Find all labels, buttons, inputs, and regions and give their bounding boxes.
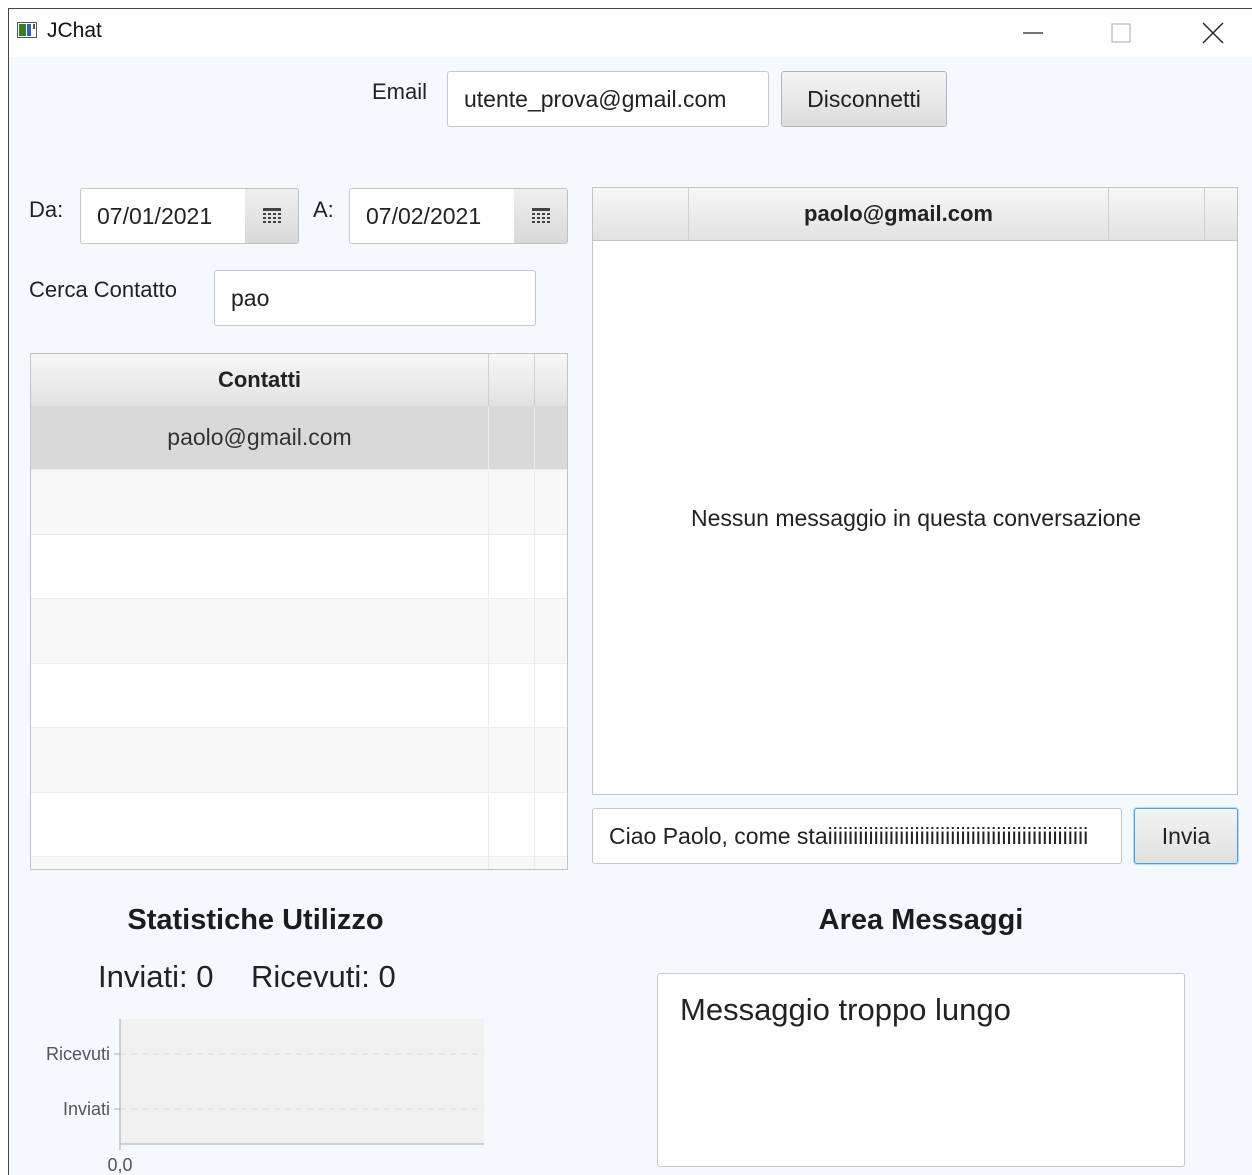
table-row[interactable] xyxy=(31,793,567,857)
empty-cell xyxy=(535,535,567,598)
minimize-button[interactable] xyxy=(1003,9,1063,57)
contacts-table-header: Contatti xyxy=(31,354,567,407)
search-contact-label: Cerca Contatto xyxy=(29,277,177,302)
table-row[interactable] xyxy=(31,535,567,599)
contact-cell xyxy=(31,470,489,534)
empty-cell xyxy=(535,857,567,869)
column-header-empty xyxy=(489,354,535,406)
empty-cell xyxy=(489,857,535,869)
to-date-label: A: xyxy=(313,197,334,222)
plot-area xyxy=(120,1019,484,1144)
messages-area-box[interactable]: Messaggio troppo lungo xyxy=(657,973,1185,1167)
to-date-picker-button[interactable] xyxy=(514,188,568,244)
column-header-empty xyxy=(1109,188,1205,240)
app-window: JChat Email utente_prova@gmail.com Disco… xyxy=(8,8,1252,1175)
table-row[interactable] xyxy=(31,664,567,728)
minimize-icon xyxy=(1023,32,1043,34)
column-header-empty xyxy=(535,354,567,406)
received-count: Ricevuti: 0 xyxy=(251,959,396,994)
contact-cell xyxy=(31,728,489,792)
title-bar: JChat xyxy=(9,9,1252,57)
empty-cell xyxy=(535,406,567,469)
column-header-empty xyxy=(593,188,689,240)
column-header-empty xyxy=(1205,188,1237,240)
window-title: JChat xyxy=(47,19,102,42)
search-contact-input[interactable]: pao xyxy=(214,270,536,326)
contact-cell xyxy=(31,599,489,663)
y-tick-label: Inviati xyxy=(63,1099,110,1119)
table-row-selected[interactable]: paolo@gmail.com xyxy=(31,406,567,470)
from-date-field[interactable]: 07/01/2021 xyxy=(80,188,246,244)
empty-cell xyxy=(31,857,489,869)
stats-bar-chart: Ricevuti Inviati 0,0 xyxy=(46,1019,484,1175)
calendar-icon xyxy=(262,208,281,223)
contact-cell xyxy=(31,535,489,598)
empty-cell xyxy=(535,599,567,663)
table-row[interactable] xyxy=(31,470,567,535)
maximize-icon xyxy=(1111,23,1131,43)
empty-cell xyxy=(489,728,535,792)
empty-cell xyxy=(535,664,567,727)
email-label: Email xyxy=(372,79,428,104)
conversation-table-header: paolo@gmail.com xyxy=(593,188,1237,241)
x-tick-label: 0,0 xyxy=(107,1155,132,1175)
messages-area-title: Area Messaggi xyxy=(818,904,1024,936)
disconnect-button[interactable]: Disconnetti xyxy=(781,71,947,127)
table-row xyxy=(31,857,567,869)
from-date-label: Da: xyxy=(29,197,64,222)
contact-cell xyxy=(31,664,489,727)
from-date-picker-button[interactable] xyxy=(245,188,299,244)
contact-cell: paolo@gmail.com xyxy=(31,406,489,469)
contacts-column-header[interactable]: Contatti xyxy=(31,354,489,406)
message-input[interactable]: Ciao Paolo, come staiiiiiiiiiiiiiiiiiiii… xyxy=(592,808,1122,864)
contacts-table: Contatti paolo@gmail.com xyxy=(30,353,568,870)
empty-cell xyxy=(489,470,535,534)
empty-conversation-placeholder: Nessun messaggio in questa conversazione xyxy=(690,504,1142,531)
send-button[interactable]: Invia xyxy=(1134,808,1238,864)
close-icon xyxy=(1202,22,1224,44)
empty-cell xyxy=(489,599,535,663)
contact-cell xyxy=(31,793,489,856)
sent-count: Inviati: 0 xyxy=(98,959,214,994)
empty-cell xyxy=(535,728,567,792)
conversation-column-header[interactable]: paolo@gmail.com xyxy=(689,188,1109,240)
calendar-icon xyxy=(531,208,550,223)
maximize-button[interactable] xyxy=(1091,9,1151,57)
empty-cell xyxy=(489,406,535,469)
app-icon xyxy=(17,22,37,38)
to-date-field[interactable]: 07/02/2021 xyxy=(349,188,515,244)
stats-title: Statistiche Utilizzo xyxy=(127,904,384,936)
email-field[interactable]: utente_prova@gmail.com xyxy=(447,71,769,127)
empty-cell xyxy=(535,793,567,856)
table-row[interactable] xyxy=(31,728,567,793)
close-button[interactable] xyxy=(1183,9,1243,57)
table-row[interactable] xyxy=(31,599,567,664)
empty-cell xyxy=(489,793,535,856)
empty-cell xyxy=(535,470,567,534)
conversation-table: paolo@gmail.com Nessun messaggio in ques… xyxy=(592,187,1238,795)
y-tick-label: Ricevuti xyxy=(46,1044,110,1064)
empty-cell xyxy=(489,535,535,598)
empty-cell xyxy=(489,664,535,727)
